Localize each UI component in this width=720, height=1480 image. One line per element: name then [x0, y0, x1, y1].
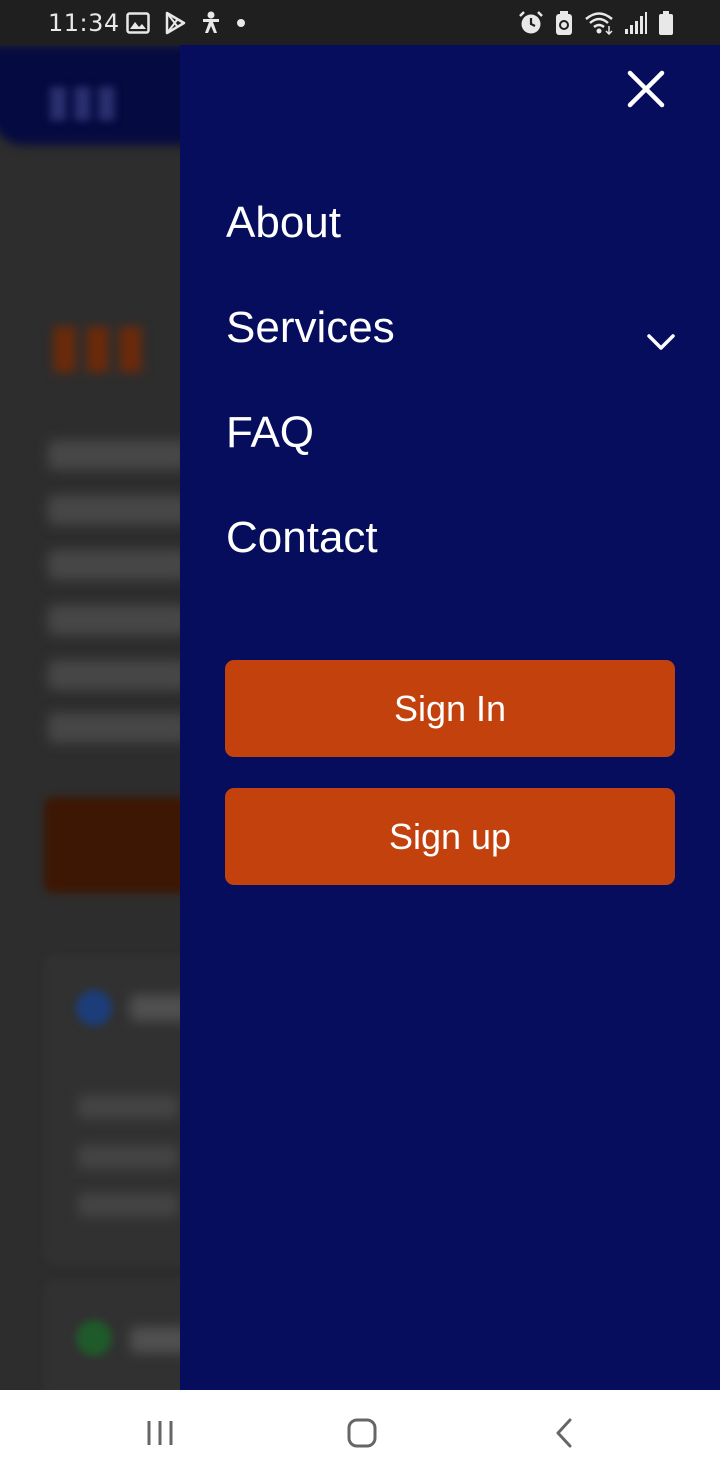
background-logo: ▮▮▮: [46, 76, 119, 125]
background-text-line: [78, 1145, 178, 1169]
wifi-icon: [584, 11, 614, 35]
back-icon: [553, 1417, 575, 1454]
image-icon: [126, 12, 150, 34]
sign-in-button[interactable]: Sign In: [225, 660, 675, 757]
background-text-line: [48, 440, 188, 470]
close-button[interactable]: [622, 65, 670, 113]
background-text-line: [48, 605, 188, 635]
background-card-icon: [76, 990, 112, 1026]
menu-item-services[interactable]: Services: [226, 275, 676, 380]
navigation-drawer: About Services FAQ Contact Sign In Sign …: [180, 45, 720, 1390]
menu-item-label: Contact: [226, 512, 378, 562]
menu-item-label: FAQ: [226, 407, 315, 457]
menu-item-about[interactable]: About: [226, 170, 676, 275]
status-time: 11:34: [48, 9, 120, 37]
sign-up-button[interactable]: Sign up: [225, 788, 675, 885]
system-navigation-bar: [0, 1390, 720, 1480]
drawer-menu: About Services FAQ Contact: [226, 170, 676, 590]
recent-apps-button[interactable]: [100, 1390, 220, 1480]
status-bar: 11:34: [0, 0, 720, 45]
battery-icon: [658, 10, 674, 36]
signal-icon: [624, 11, 648, 35]
play-store-icon: [164, 11, 186, 35]
alarm-icon: [518, 10, 544, 36]
home-icon: [346, 1417, 378, 1454]
menu-item-faq[interactable]: FAQ: [226, 380, 676, 485]
recent-apps-icon: [144, 1418, 176, 1453]
home-button[interactable]: [302, 1390, 422, 1480]
background-text-line: [78, 1193, 178, 1217]
background-heading: ▮▮▮: [48, 311, 148, 378]
status-left-icons: [126, 10, 246, 36]
background-text-line: [48, 550, 188, 580]
menu-item-label: About: [226, 197, 341, 247]
background-text-line: [48, 495, 188, 525]
status-right-icons: [518, 10, 674, 36]
background-text-line: [48, 660, 188, 690]
back-button[interactable]: [504, 1390, 624, 1480]
close-icon: [622, 70, 670, 117]
background-card-icon: [76, 1320, 112, 1356]
chevron-down-icon[interactable]: [646, 313, 676, 363]
dot-icon: [236, 18, 246, 28]
battery-saver-icon: [554, 10, 574, 36]
menu-item-contact[interactable]: Contact: [226, 485, 676, 590]
background-text-line: [78, 1095, 178, 1119]
background-text-line: [48, 713, 188, 743]
menu-item-label: Services: [226, 302, 395, 352]
accessibility-icon: [200, 11, 222, 35]
